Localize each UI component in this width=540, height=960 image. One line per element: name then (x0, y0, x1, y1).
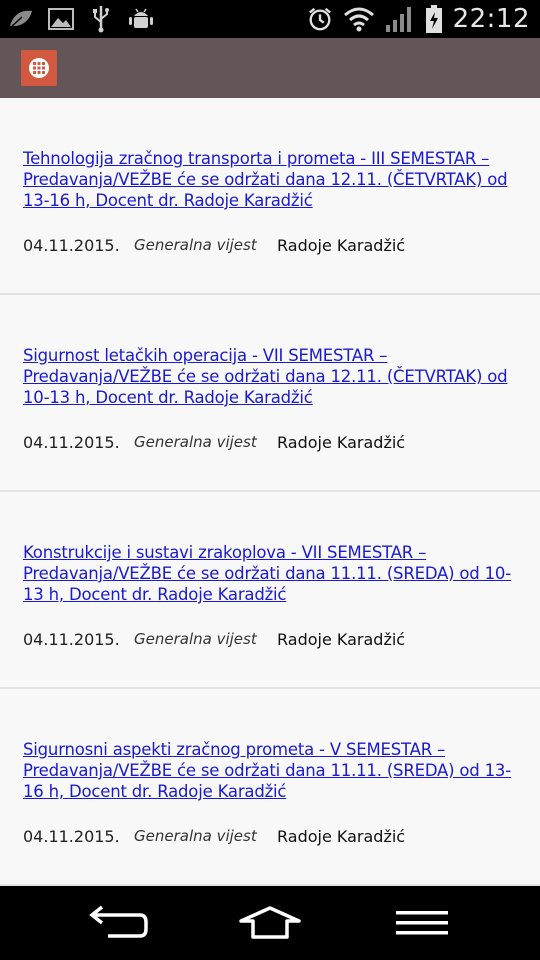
back-button[interactable] (83, 902, 153, 944)
news-title-link[interactable]: Konstrukcije i sustavi zrakoplova - VII … (23, 542, 523, 605)
news-title-link[interactable]: Sigurnosni aspekti zračnog prometa - V S… (23, 739, 523, 802)
list-item: Konstrukcije i sustavi zrakoplova - VII … (0, 492, 540, 689)
menu-button[interactable] (387, 902, 457, 944)
list-item: Sigurnosni aspekti zračnog prometa - V S… (0, 689, 540, 886)
menu-icon (396, 911, 448, 935)
home-button[interactable] (235, 902, 305, 944)
news-meta: 04.11.2015. Generalna vijest Radoje Kara… (23, 825, 405, 847)
notification-icons (8, 4, 154, 34)
news-date: 04.11.2015. (23, 826, 120, 846)
news-title-link[interactable]: Tehnologija zračnog transporta i prometa… (23, 148, 523, 211)
news-category: Generalna vijest (134, 236, 257, 254)
android-debug-icon (128, 6, 154, 32)
grid-menu-button[interactable] (21, 50, 57, 86)
alarm-icon (307, 6, 333, 32)
leaf-icon (8, 6, 34, 32)
news-date: 04.11.2015. (23, 629, 120, 649)
back-icon (89, 905, 148, 938)
news-author: Radoje Karadžić (277, 629, 406, 649)
wifi-icon (343, 6, 375, 32)
list-item: Sigurnost letačkih operacija - VII SEMES… (0, 295, 540, 492)
news-list: Tehnologija zračnog transporta i prometa… (0, 98, 540, 886)
app-bar (0, 38, 540, 98)
news-author: Radoje Karadžić (277, 826, 406, 846)
news-meta: 04.11.2015. Generalna vijest Radoje Kara… (23, 234, 405, 256)
system-icons: 22:12 (307, 2, 530, 36)
news-category: Generalna vijest (134, 827, 257, 845)
home-icon (239, 906, 301, 939)
image-icon (48, 6, 74, 32)
usb-icon (88, 6, 114, 33)
clock: 22:12 (452, 4, 530, 34)
news-title-link[interactable]: Sigurnost letačkih operacija - VII SEMES… (23, 345, 523, 408)
news-meta: 04.11.2015. Generalna vijest Radoje Kara… (23, 628, 405, 650)
status-bar: 22:12 (0, 0, 540, 38)
news-date: 04.11.2015. (23, 432, 120, 452)
signal-icon (385, 6, 415, 32)
news-category: Generalna vijest (134, 630, 257, 648)
list-item: Tehnologija zračnog transporta i prometa… (0, 98, 540, 295)
grid-menu-icon (29, 58, 49, 78)
battery-charging-icon (425, 5, 443, 33)
news-author: Radoje Karadžić (277, 432, 406, 452)
news-date: 04.11.2015. (23, 235, 120, 255)
navigation-bar (0, 886, 540, 960)
news-author: Radoje Karadžić (277, 235, 406, 255)
news-category: Generalna vijest (134, 433, 257, 451)
news-meta: 04.11.2015. Generalna vijest Radoje Kara… (23, 431, 405, 453)
